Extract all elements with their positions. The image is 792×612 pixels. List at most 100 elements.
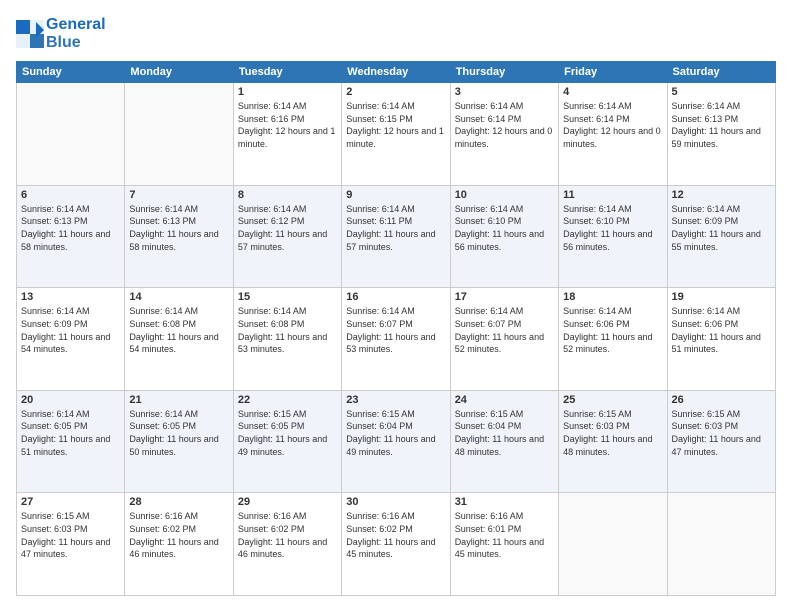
day-number: 29	[238, 496, 337, 508]
day-info: Sunrise: 6:14 AM Sunset: 6:09 PM Dayligh…	[21, 305, 120, 355]
day-info: Sunrise: 6:14 AM Sunset: 6:05 PM Dayligh…	[21, 408, 120, 458]
calendar-cell: 10 Sunrise: 6:14 AM Sunset: 6:10 PM Dayli…	[450, 185, 558, 288]
calendar-cell: 8Sunrise: 6:14 AM Sunset: 6:12 PM Daylig…	[233, 185, 341, 288]
day-info: Sunrise: 6:14 AM Sunset: 6:08 PM Dayligh…	[129, 305, 228, 355]
day-number: 17	[455, 291, 554, 303]
day-number: 14	[129, 291, 228, 303]
day-info: Sunrise: 6:15 AM Sunset: 6:05 PM Dayligh…	[238, 408, 337, 458]
day-info: Sunrise: 6:14 AM Sunset: 6:14 PM Dayligh…	[455, 100, 554, 150]
calendar-cell: 15 Sunrise: 6:14 AM Sunset: 6:08 PM Dayli…	[233, 288, 341, 391]
day-number: 24	[455, 394, 554, 406]
day-number: 20	[21, 394, 120, 406]
day-info: Sunrise: 6:14 AM Sunset: 6:09 PM Dayligh…	[672, 203, 771, 253]
day-number: 7	[129, 189, 228, 201]
day-info: Sunrise: 6:14 AM Sunset: 6:15 PM Dayligh…	[346, 100, 445, 150]
day-number: 18	[563, 291, 662, 303]
day-number: 26	[672, 394, 771, 406]
calendar-cell: 29 Sunrise: 6:16 AM Sunset: 6:02 PM Dayli…	[233, 493, 341, 596]
calendar-cell: 6 Sunrise: 6:14 AM Sunset: 6:13 PM Daylig…	[17, 185, 125, 288]
day-number: 28	[129, 496, 228, 508]
day-info: Sunrise: 6:16 AM Sunset: 6:01 PM Dayligh…	[455, 510, 554, 560]
calendar-cell: 19Sunrise: 6:14 AM Sunset: 6:06 PM Dayli…	[667, 288, 775, 391]
day-number: 15	[238, 291, 337, 303]
calendar-cell	[559, 493, 667, 596]
day-number: 4	[563, 86, 662, 98]
col-header-monday: Monday	[125, 62, 233, 83]
day-info: Sunrise: 6:14 AM Sunset: 6:08 PM Dayligh…	[238, 305, 337, 355]
calendar-cell: 9Sunrise: 6:14 AM Sunset: 6:11 PM Daylig…	[342, 185, 450, 288]
day-info: Sunrise: 6:14 AM Sunset: 6:05 PM Dayligh…	[129, 408, 228, 458]
day-number: 6	[21, 189, 120, 201]
day-number: 1	[238, 86, 337, 98]
col-header-tuesday: Tuesday	[233, 62, 341, 83]
calendar-cell: 3 Sunrise: 6:14 AM Sunset: 6:14 PM Daylig…	[450, 83, 558, 186]
day-info: Sunrise: 6:14 AM Sunset: 6:06 PM Dayligh…	[563, 305, 662, 355]
day-number: 11	[563, 189, 662, 201]
calendar-cell: 25 Sunrise: 6:15 AM Sunset: 6:03 PM Dayli…	[559, 390, 667, 493]
day-info: Sunrise: 6:14 AM Sunset: 6:10 PM Dayligh…	[563, 203, 662, 253]
week-row-2: 6 Sunrise: 6:14 AM Sunset: 6:13 PM Daylig…	[17, 185, 776, 288]
day-info: Sunrise: 6:16 AM Sunset: 6:02 PM Dayligh…	[129, 510, 228, 560]
week-row-5: 27Sunrise: 6:15 AM Sunset: 6:03 PM Dayli…	[17, 493, 776, 596]
day-info: Sunrise: 6:14 AM Sunset: 6:07 PM Dayligh…	[346, 305, 445, 355]
col-header-sunday: Sunday	[17, 62, 125, 83]
day-number: 5	[672, 86, 771, 98]
calendar-cell: 5 Sunrise: 6:14 AM Sunset: 6:13 PM Daylig…	[667, 83, 775, 186]
day-info: Sunrise: 6:14 AM Sunset: 6:16 PM Dayligh…	[238, 100, 337, 150]
calendar-cell: 14 Sunrise: 6:14 AM Sunset: 6:08 PM Dayli…	[125, 288, 233, 391]
day-info: Sunrise: 6:14 AM Sunset: 6:06 PM Dayligh…	[672, 305, 771, 355]
calendar-cell: 7 Sunrise: 6:14 AM Sunset: 6:13 PM Daylig…	[125, 185, 233, 288]
calendar-cell: 13 Sunrise: 6:14 AM Sunset: 6:09 PM Dayli…	[17, 288, 125, 391]
day-info: Sunrise: 6:15 AM Sunset: 6:03 PM Dayligh…	[21, 510, 120, 560]
day-info: Sunrise: 6:16 AM Sunset: 6:02 PM Dayligh…	[346, 510, 445, 560]
day-number: 2	[346, 86, 445, 98]
day-info: Sunrise: 6:14 AM Sunset: 6:10 PM Dayligh…	[455, 203, 554, 253]
calendar-cell: 26 Sunrise: 6:15 AM Sunset: 6:03 PM Dayli…	[667, 390, 775, 493]
day-number: 22	[238, 394, 337, 406]
calendar-cell: 30 Sunrise: 6:16 AM Sunset: 6:02 PM Dayli…	[342, 493, 450, 596]
day-info: Sunrise: 6:15 AM Sunset: 6:03 PM Dayligh…	[672, 408, 771, 458]
day-number: 21	[129, 394, 228, 406]
day-info: Sunrise: 6:14 AM Sunset: 6:13 PM Dayligh…	[129, 203, 228, 253]
logo-text: GeneralBlue	[46, 16, 106, 51]
day-info: Sunrise: 6:15 AM Sunset: 6:04 PM Dayligh…	[455, 408, 554, 458]
calendar-cell	[125, 83, 233, 186]
day-info: Sunrise: 6:14 AM Sunset: 6:13 PM Dayligh…	[672, 100, 771, 150]
calendar-cell: 24 Sunrise: 6:15 AM Sunset: 6:04 PM Dayli…	[450, 390, 558, 493]
calendar-cell: 21 Sunrise: 6:14 AM Sunset: 6:05 PM Dayli…	[125, 390, 233, 493]
calendar-cell: 18 Sunrise: 6:14 AM Sunset: 6:06 PM Dayli…	[559, 288, 667, 391]
day-number: 25	[563, 394, 662, 406]
week-row-1: 1 Sunrise: 6:14 AM Sunset: 6:16 PM Daylig…	[17, 83, 776, 186]
day-info: Sunrise: 6:16 AM Sunset: 6:02 PM Dayligh…	[238, 510, 337, 560]
day-info: Sunrise: 6:14 AM Sunset: 6:13 PM Dayligh…	[21, 203, 120, 253]
calendar-cell: 11 Sunrise: 6:14 AM Sunset: 6:10 PM Dayli…	[559, 185, 667, 288]
day-number: 23	[346, 394, 445, 406]
day-info: Sunrise: 6:15 AM Sunset: 6:03 PM Dayligh…	[563, 408, 662, 458]
header: GeneralBlue	[16, 16, 776, 51]
calendar-cell: 1 Sunrise: 6:14 AM Sunset: 6:16 PM Daylig…	[233, 83, 341, 186]
day-number: 3	[455, 86, 554, 98]
calendar-cell: 31 Sunrise: 6:16 AM Sunset: 6:01 PM Dayli…	[450, 493, 558, 596]
day-info: Sunrise: 6:14 AM Sunset: 6:11 PM Dayligh…	[346, 203, 445, 253]
calendar-cell: 20 Sunrise: 6:14 AM Sunset: 6:05 PM Dayli…	[17, 390, 125, 493]
calendar-cell: 23 Sunrise: 6:15 AM Sunset: 6:04 PM Dayli…	[342, 390, 450, 493]
day-number: 8	[238, 189, 337, 201]
calendar-cell: 16 Sunrise: 6:14 AM Sunset: 6:07 PM Dayli…	[342, 288, 450, 391]
calendar-header-row: SundayMondayTuesdayWednesdayThursdayFrid…	[17, 62, 776, 83]
day-number: 31	[455, 496, 554, 508]
day-info: Sunrise: 6:14 AM Sunset: 6:14 PM Dayligh…	[563, 100, 662, 150]
day-info: Sunrise: 6:15 AM Sunset: 6:04 PM Dayligh…	[346, 408, 445, 458]
day-number: 30	[346, 496, 445, 508]
calendar-cell: 27Sunrise: 6:15 AM Sunset: 6:03 PM Dayli…	[17, 493, 125, 596]
week-row-4: 20 Sunrise: 6:14 AM Sunset: 6:05 PM Dayli…	[17, 390, 776, 493]
day-number: 13	[21, 291, 120, 303]
week-row-3: 13 Sunrise: 6:14 AM Sunset: 6:09 PM Dayli…	[17, 288, 776, 391]
col-header-wednesday: Wednesday	[342, 62, 450, 83]
col-header-friday: Friday	[559, 62, 667, 83]
col-header-saturday: Saturday	[667, 62, 775, 83]
calendar-cell: 12Sunrise: 6:14 AM Sunset: 6:09 PM Dayli…	[667, 185, 775, 288]
day-number: 10	[455, 189, 554, 201]
logo-icon	[16, 20, 44, 48]
day-number: 16	[346, 291, 445, 303]
calendar-cell: 2 Sunrise: 6:14 AM Sunset: 6:15 PM Daylig…	[342, 83, 450, 186]
